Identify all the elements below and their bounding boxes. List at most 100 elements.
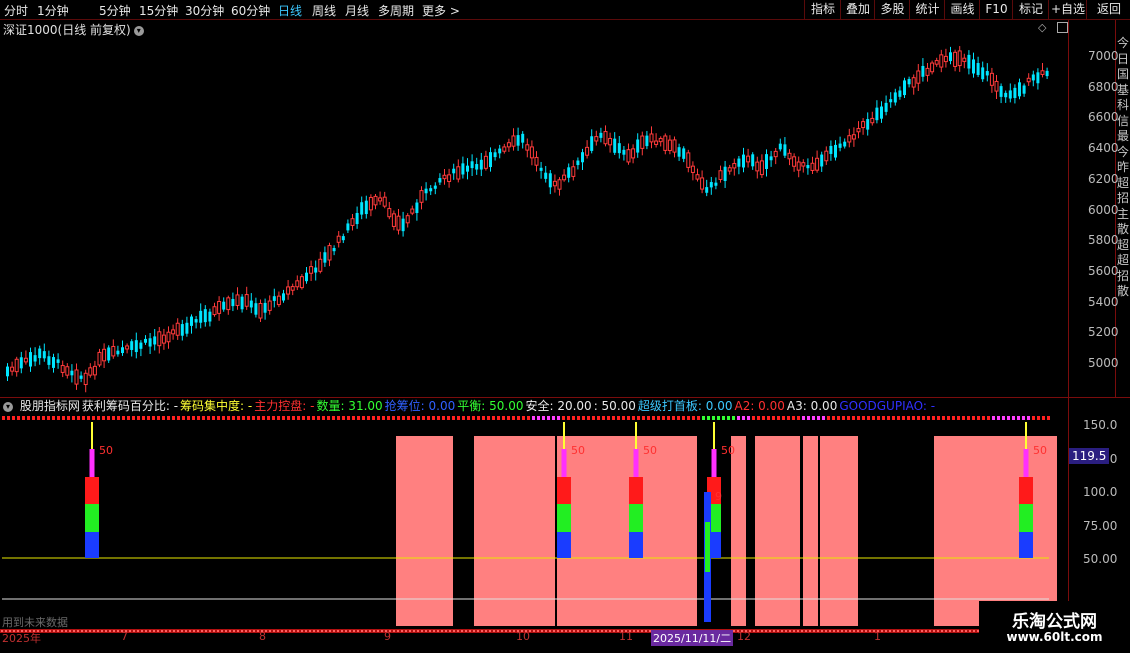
tab-weekly[interactable]: 周线 xyxy=(312,2,336,19)
time-axis-dot xyxy=(397,630,399,632)
signal-dot xyxy=(967,416,970,420)
time-axis-dot xyxy=(129,630,131,632)
time-axis-dot xyxy=(97,630,99,632)
time-axis-dot xyxy=(441,630,443,632)
signal-dot xyxy=(512,416,515,420)
tab-15min[interactable]: 15分钟 xyxy=(139,2,178,19)
signal-dot xyxy=(507,416,510,420)
signal-dot xyxy=(157,416,160,420)
candle-body xyxy=(240,296,244,310)
candlestick-chart[interactable] xyxy=(0,20,1130,400)
signal-dot xyxy=(307,416,310,420)
candle-body xyxy=(442,174,447,180)
time-axis-dot xyxy=(869,630,871,632)
overlay-button[interactable]: 叠加 xyxy=(840,0,875,19)
signal-dot xyxy=(632,416,635,420)
signal-dot xyxy=(487,416,490,420)
chevron-down-icon[interactable]: ▾ xyxy=(3,401,13,412)
watermark-url: www.60lt.com xyxy=(1006,630,1103,644)
time-axis-dot xyxy=(461,630,463,632)
signal-dot xyxy=(187,416,190,420)
signal-dot xyxy=(952,416,955,420)
signal-dot xyxy=(597,416,600,420)
indicator-chart[interactable]: 50 50 50 50 50 9 xyxy=(0,412,1130,630)
time-axis-dot xyxy=(241,630,243,632)
time-axis-dot xyxy=(777,630,779,632)
candle-body xyxy=(792,156,797,167)
signal-dot xyxy=(317,416,320,420)
signal-dot xyxy=(427,416,430,420)
time-axis-dot xyxy=(449,630,451,632)
signal-dot xyxy=(522,416,525,420)
time-axis-dot xyxy=(497,630,499,632)
multi-stock-button[interactable]: 多股 xyxy=(874,0,910,19)
f10-button[interactable]: F10 xyxy=(979,0,1013,19)
time-axis-dot xyxy=(841,630,843,632)
candle-body xyxy=(254,303,258,315)
time-axis-dot xyxy=(541,630,543,632)
add-watchlist-button[interactable]: +自选 xyxy=(1048,0,1087,19)
candle-body xyxy=(475,164,479,170)
candle-body xyxy=(581,152,584,163)
candle-body xyxy=(603,131,608,145)
time-axis-dot xyxy=(269,630,271,632)
indicator-title-part: A2: 0.00 xyxy=(734,399,785,413)
time-axis-dot xyxy=(533,630,535,632)
signal-dot xyxy=(172,416,175,420)
right-panel-char: 招 xyxy=(1117,268,1130,283)
candle-body xyxy=(144,338,147,343)
candle-body xyxy=(599,132,603,138)
signal-dot xyxy=(202,416,205,420)
time-axis-dot xyxy=(853,630,855,632)
candle-body xyxy=(314,267,318,273)
candle-body xyxy=(1036,72,1040,84)
candle-body xyxy=(323,252,327,263)
tab-30min[interactable]: 30分钟 xyxy=(185,2,224,19)
mark-button[interactable]: 标记 xyxy=(1012,0,1049,19)
tab-multi-period[interactable]: 多周期 xyxy=(378,2,414,19)
tab-1min[interactable]: 1分钟 xyxy=(37,2,69,19)
candle-body xyxy=(336,235,341,243)
candle-body xyxy=(157,331,162,347)
time-tick-label: 9 xyxy=(384,630,391,643)
candle-body xyxy=(429,188,433,192)
time-axis-dot xyxy=(217,630,219,632)
candle-body xyxy=(562,174,567,181)
candle-body xyxy=(447,174,452,182)
time-axis-dot xyxy=(365,630,367,632)
time-axis-dot xyxy=(401,630,403,632)
signal-dot xyxy=(362,416,365,420)
candle-body xyxy=(544,172,548,179)
signal-dot xyxy=(902,416,905,420)
candle-body xyxy=(718,170,723,180)
signal-dot xyxy=(47,416,50,420)
candle-body xyxy=(438,178,442,183)
candle-body xyxy=(834,144,837,158)
candle-body xyxy=(557,179,562,190)
tab-monthly[interactable]: 月线 xyxy=(345,2,369,19)
candle-body xyxy=(56,359,60,363)
statistics-button[interactable]: 统计 xyxy=(909,0,945,19)
candle-body xyxy=(525,144,530,151)
candle-body xyxy=(88,367,93,376)
signal-dot xyxy=(497,416,500,420)
back-button[interactable]: 返回 xyxy=(1086,0,1130,19)
signal-dot xyxy=(622,416,625,420)
right-info-panel[interactable]: 今日国基科信最今昨超招主散超超招散 xyxy=(1117,36,1130,406)
indicator-button[interactable]: 指标 xyxy=(804,0,841,19)
candle-body xyxy=(175,322,180,336)
time-axis-dot xyxy=(309,630,311,632)
candle-body xyxy=(125,345,130,350)
tab-daily[interactable]: 日线 xyxy=(278,2,302,19)
draw-line-button[interactable]: 画线 xyxy=(944,0,980,19)
signal-dot xyxy=(162,416,165,420)
tab-5min[interactable]: 5分钟 xyxy=(99,2,131,19)
time-axis-dot xyxy=(165,630,167,632)
tab-60min[interactable]: 60分钟 xyxy=(231,2,270,19)
tab-more[interactable]: 更多 > xyxy=(422,2,460,19)
tab-fenshi[interactable]: 分时 xyxy=(4,2,28,19)
time-axis-dot xyxy=(465,630,467,632)
signal-dot xyxy=(242,416,245,420)
time-tick-label: 11 xyxy=(619,630,633,643)
signal-bar-label: 50 xyxy=(571,444,585,457)
